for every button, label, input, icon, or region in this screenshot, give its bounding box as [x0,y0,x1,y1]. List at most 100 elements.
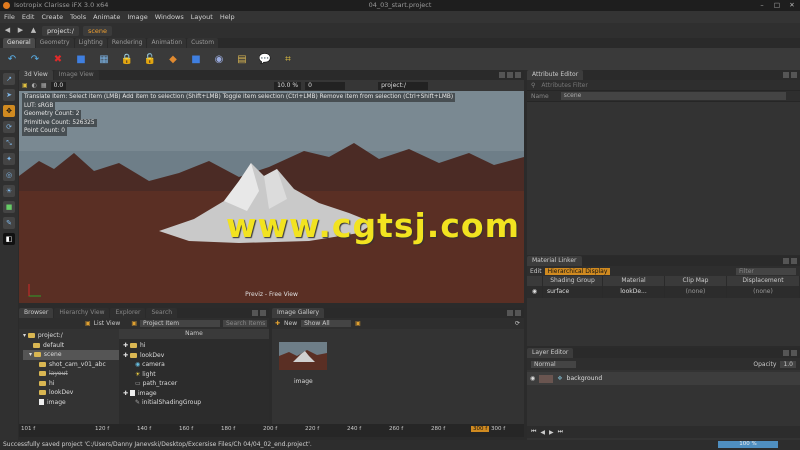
list-header-name[interactable]: Name [119,329,269,339]
panel-close-icon[interactable] [791,258,797,264]
breadcrumb-scene[interactable]: scene [82,25,113,36]
tab-explorer[interactable]: Explorer [110,308,146,318]
panel-max-icon[interactable] [507,72,513,78]
new-button[interactable]: New [284,320,297,327]
panel-float-icon[interactable] [783,350,789,356]
unlock-icon[interactable]: 🔓 [142,51,158,67]
list-item[interactable]: ◉ ❖ background [527,372,800,385]
list-item[interactable]: ✚ image [123,389,269,399]
settings-icon[interactable]: ▣ [355,320,361,327]
menu-help[interactable]: Help [220,13,235,21]
zoom-field[interactable]: 10.0 % [274,81,302,90]
material-filter-input[interactable]: Filter [736,267,796,275]
tab-geometry[interactable]: Geometry [35,38,74,48]
tab-animation[interactable]: Animation [147,38,187,48]
opacity-field[interactable]: 1.0 [780,360,796,368]
tab-general[interactable]: General [3,38,35,48]
name-field[interactable]: scene [560,92,786,100]
frame-field[interactable]: 0 [305,81,346,90]
transform-icon[interactable]: ✦ [3,153,15,165]
search-items-input[interactable]: Search Items [222,320,267,327]
tab-hierarchy-view[interactable]: Hierarchy View [54,308,110,318]
first-frame-icon[interactable]: ⏮ [531,428,536,436]
tab-attribute-editor[interactable]: Attribute Editor [527,70,584,80]
panel-float-icon[interactable] [252,310,258,316]
filter-icon[interactable]: ▣ [131,320,137,327]
menu-animate[interactable]: Animate [93,13,120,21]
menu-layout[interactable]: Layout [191,13,213,21]
tab-3d-view[interactable]: 3d View [19,70,53,80]
select-icon[interactable]: ➤ [3,89,15,101]
playhead[interactable]: 300 f [471,426,490,432]
exposure-field[interactable]: 0.0 [50,81,67,90]
panel-close-icon[interactable] [515,310,521,316]
tab-material-linker[interactable]: Material Linker [527,256,582,266]
tab-custom[interactable]: Custom [187,38,219,48]
tree-item[interactable]: hi [23,379,119,389]
panel-close-icon[interactable] [260,310,266,316]
rotate-icon[interactable]: ⟳ [3,121,15,133]
tree-item[interactable]: ▾ project:/ [23,331,119,341]
color-swatch-icon[interactable]: ◧ [3,233,15,245]
tree-item[interactable]: shot_cam_v01_abc [23,360,119,370]
forward-icon[interactable]: ▶ [16,26,25,35]
panel-close-icon[interactable] [515,72,521,78]
list-item[interactable]: ◉ camera [123,360,269,370]
refresh-icon[interactable]: ⟳ [515,320,520,327]
tab-search[interactable]: Search [146,308,178,318]
panel-float-icon[interactable] [783,258,789,264]
col-shading-group[interactable]: Shading Group [543,276,603,286]
minimize-icon[interactable]: – [756,1,768,9]
view-path-field[interactable]: project:/ [378,81,429,90]
menu-file[interactable]: File [4,13,15,21]
node-graph-icon[interactable]: ⌗ [280,51,296,67]
list-view-select[interactable]: List View [94,320,121,327]
paint-icon[interactable]: ■ [3,201,15,213]
edit-tab[interactable]: Edit [530,268,542,275]
light-tool-icon[interactable]: ☀ [3,185,15,197]
material-cell[interactable]: lookDe... [603,286,665,298]
back-icon[interactable]: ◀ [3,26,12,35]
table-row[interactable]: ◉ surface lookDe... (none) (none) [527,286,800,298]
menu-image[interactable]: Image [127,13,147,21]
tab-rendering[interactable]: Rendering [107,38,147,48]
tree-item[interactable]: lookDev [23,388,119,398]
tree-item[interactable]: layout [23,369,119,379]
eraser-icon[interactable]: ✎ [3,217,15,229]
panel-float-icon[interactable] [507,310,513,316]
list-item[interactable]: ▭ path_tracer [123,379,269,389]
list-item[interactable]: ✚ lookDev [123,351,269,361]
col-displacement[interactable]: Displacement [727,276,800,286]
grid-icon[interactable]: ▦ [41,82,47,89]
camera-tool-icon[interactable]: ◎ [3,169,15,181]
clip-map-cell[interactable]: (none) [665,286,727,298]
display-icon[interactable]: ◐ [32,82,37,89]
eye-icon[interactable]: ◉ [530,375,535,382]
tab-browser[interactable]: Browser [19,308,54,318]
play-back-icon[interactable]: ◀ [540,429,545,436]
tree-item-selected[interactable]: ▾ scene [23,350,119,360]
breadcrumb-project[interactable]: project:/ [42,25,79,36]
attribute-filter-input[interactable]: Attributes Filter [541,82,587,89]
close-icon[interactable]: ✕ [786,1,798,9]
image-thumbnail[interactable] [279,342,327,370]
panel-float-icon[interactable] [499,72,505,78]
panel-close-icon[interactable] [791,350,797,356]
tree-item[interactable]: default [23,341,119,351]
list-item[interactable]: ✚ hi [123,341,269,351]
translate-icon[interactable]: ✥ [3,105,15,117]
tab-lighting[interactable]: Lighting [74,38,107,48]
list-item[interactable]: ✎ initialShadingGroup [123,398,269,408]
lock-icon[interactable]: 🔒 [119,51,135,67]
tree-item[interactable]: image [23,398,119,408]
new-icon[interactable]: ✚ [275,320,280,327]
maximize-icon[interactable]: □ [771,1,783,9]
delete-icon[interactable]: ✖ [50,51,66,67]
blend-mode-select[interactable]: Normal [531,360,576,368]
scale-icon[interactable]: ⤡ [3,137,15,149]
menu-tools[interactable]: Tools [70,13,86,21]
combiner-icon[interactable]: ◆ [165,51,181,67]
show-all-select[interactable]: Show All [301,320,352,327]
col-material[interactable]: Material [603,276,665,286]
tab-image-gallery[interactable]: Image Gallery [272,308,325,318]
